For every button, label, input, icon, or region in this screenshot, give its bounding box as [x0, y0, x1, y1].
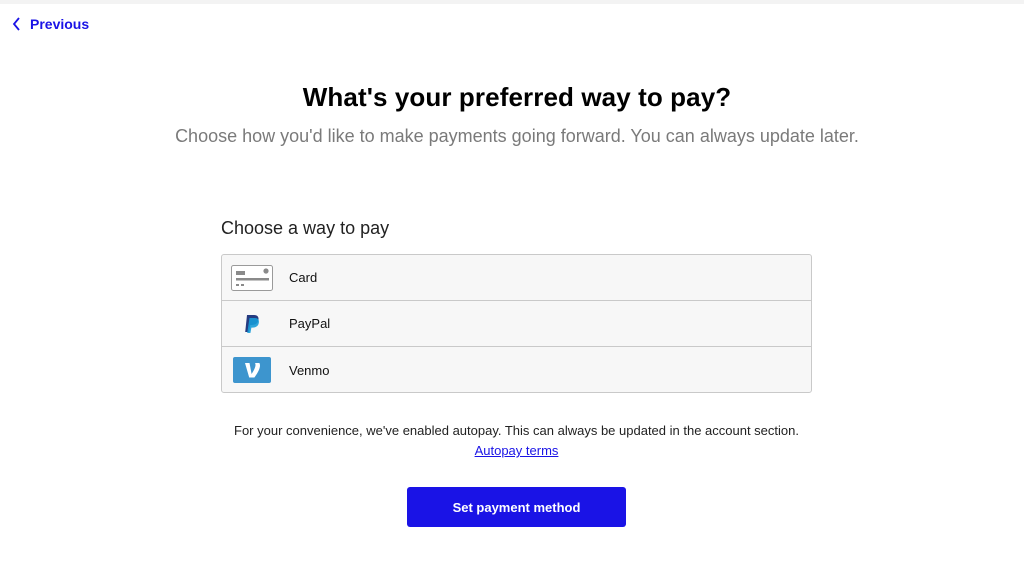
- payment-option-label: PayPal: [289, 316, 331, 331]
- payment-option-card[interactable]: Card: [222, 255, 811, 301]
- paypal-logo-icon: [231, 311, 273, 337]
- payment-option-paypal[interactable]: PayPal: [222, 301, 811, 347]
- previous-label: Previous: [30, 16, 90, 32]
- autopay-notice: For your convenience, we've enabled auto…: [221, 421, 812, 461]
- payment-option-label: Venmo: [289, 362, 330, 378]
- autopay-notice-text: For your convenience, we've enabled auto…: [234, 423, 799, 438]
- chevron-left-icon: [12, 17, 20, 31]
- payment-section-label: Choose a way to pay: [221, 218, 390, 238]
- page-subtitle: Choose how you'd like to make payments g…: [175, 126, 859, 146]
- venmo-logo-icon: [231, 357, 273, 383]
- payment-option-label: Card: [289, 270, 318, 285]
- set-payment-method-button[interactable]: Set payment method: [407, 487, 626, 527]
- page-title: What's your preferred way to pay?: [302, 82, 732, 112]
- autopay-terms-link[interactable]: Autopay terms: [475, 443, 559, 458]
- credit-card-icon: [231, 264, 273, 291]
- top-border: [0, 0, 1024, 4]
- payment-option-venmo[interactable]: Venmo: [222, 347, 811, 393]
- previous-link[interactable]: Previous: [12, 16, 89, 32]
- payment-method-list: Card PayPal Venmo: [221, 254, 812, 393]
